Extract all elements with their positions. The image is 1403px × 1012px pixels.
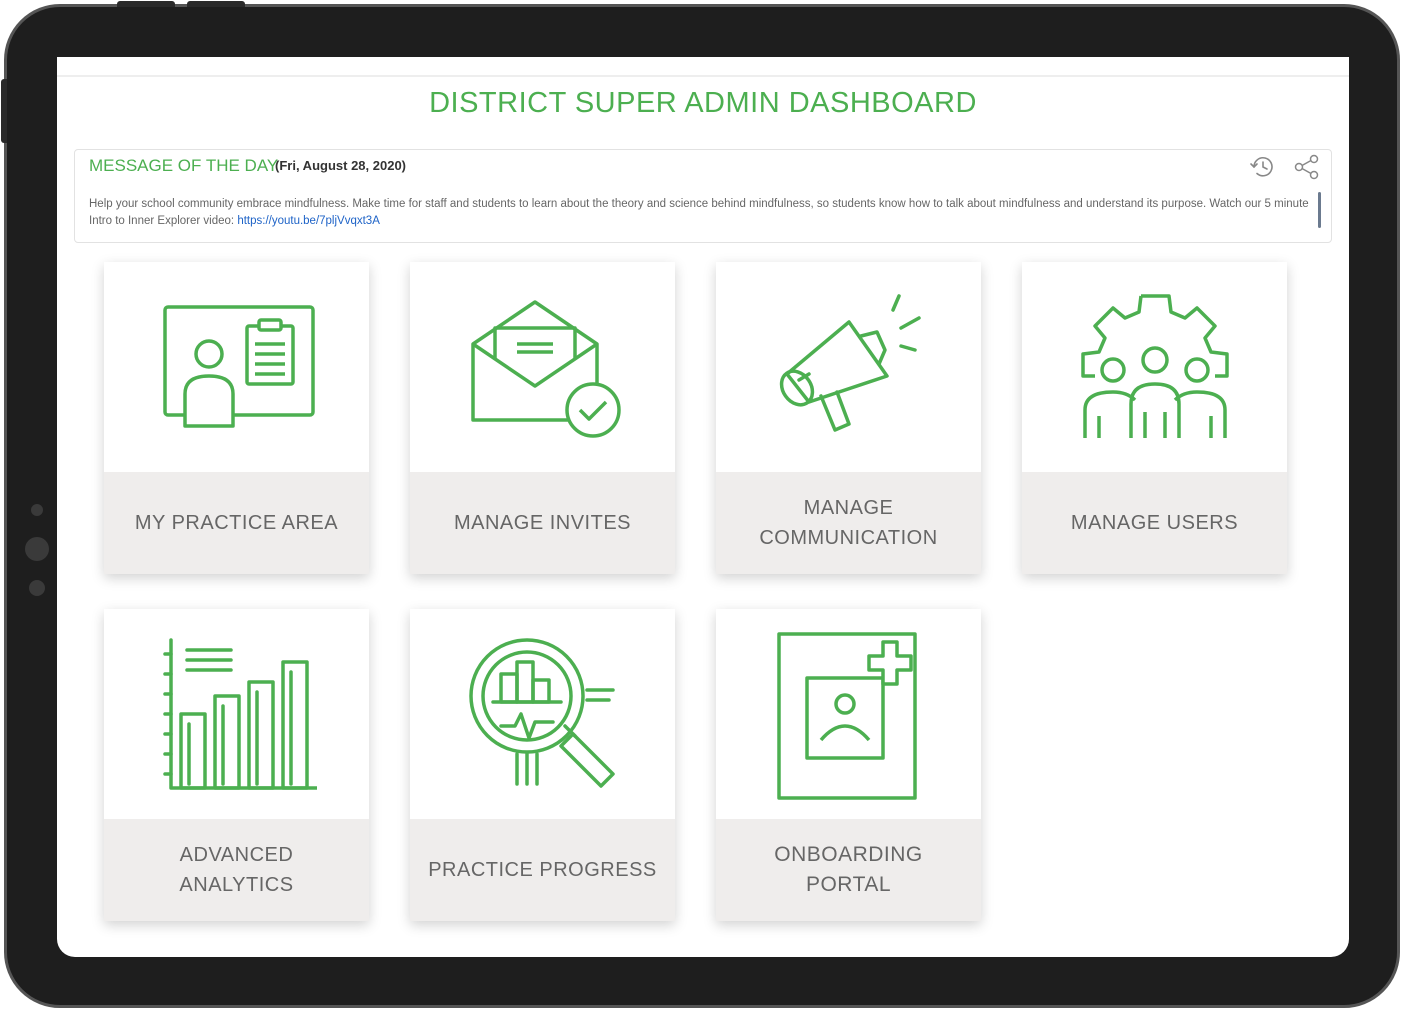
card-onboarding-portal[interactable]: ONBOARDING PORTAL bbox=[716, 609, 981, 921]
users-gear-icon bbox=[1080, 294, 1229, 438]
message-of-the-day-panel: MESSAGE OF THE DAY (Fri, August 28, 2020… bbox=[74, 149, 1332, 243]
card-advanced-analytics[interactable]: ADVANCED ANALYTICS bbox=[104, 609, 369, 921]
page-title: DISTRICT SUPER ADMIN DASHBOARD bbox=[429, 87, 977, 119]
motd-scrollbar[interactable] bbox=[1318, 192, 1321, 228]
magnifier-chart-icon bbox=[468, 638, 615, 788]
card-label: PRACTICE PROGRESS bbox=[428, 859, 657, 881]
card-my-practice-area[interactable]: MY PRACTICE AREA bbox=[104, 262, 369, 574]
share-icon[interactable] bbox=[1291, 152, 1323, 182]
motd-video-link[interactable]: https://youtu.be/7pljVvqxt3A bbox=[237, 215, 380, 227]
screen: DISTRICT SUPER ADMIN DASHBOARD MESSAGE O… bbox=[57, 57, 1349, 957]
tablet-top-button bbox=[187, 1, 245, 7]
card-label: ONBOARDING PORTAL bbox=[774, 843, 923, 896]
card-manage-invites[interactable]: MANAGE INVITES bbox=[410, 262, 675, 574]
presenter-board-icon bbox=[162, 305, 315, 428]
card-label: MANAGE USERS bbox=[1070, 512, 1239, 534]
motd-label: MESSAGE OF THE DAY bbox=[89, 156, 279, 175]
motd-text: Help your school community embrace mindf… bbox=[89, 196, 1309, 230]
card-label: MY PRACTICE AREA bbox=[134, 512, 339, 534]
header-divider bbox=[57, 75, 1349, 77]
bar-chart-icon bbox=[162, 638, 317, 790]
motd-date: (Fri, August 28, 2020) bbox=[275, 158, 406, 173]
card-label: MANAGE COMMUNICATION bbox=[759, 497, 938, 549]
camera-dot bbox=[31, 504, 43, 516]
tablet-top-button bbox=[117, 1, 175, 7]
card-practice-progress[interactable]: PRACTICE PROGRESS bbox=[410, 609, 675, 921]
sensor-dot bbox=[29, 580, 45, 596]
megaphone-icon bbox=[779, 294, 921, 432]
history-icon[interactable] bbox=[1247, 152, 1279, 182]
card-label: MANAGE INVITES bbox=[453, 512, 632, 534]
card-manage-users[interactable]: MANAGE USERS bbox=[1022, 262, 1287, 574]
tablet-side-button bbox=[1, 79, 7, 143]
card-label: ADVANCED ANALYTICS bbox=[179, 844, 294, 896]
add-profile-icon bbox=[776, 632, 917, 800]
card-manage-communication[interactable]: MANAGE COMMUNICATION bbox=[716, 262, 981, 574]
envelope-check-icon bbox=[470, 300, 621, 438]
sensor-dot bbox=[25, 537, 49, 561]
